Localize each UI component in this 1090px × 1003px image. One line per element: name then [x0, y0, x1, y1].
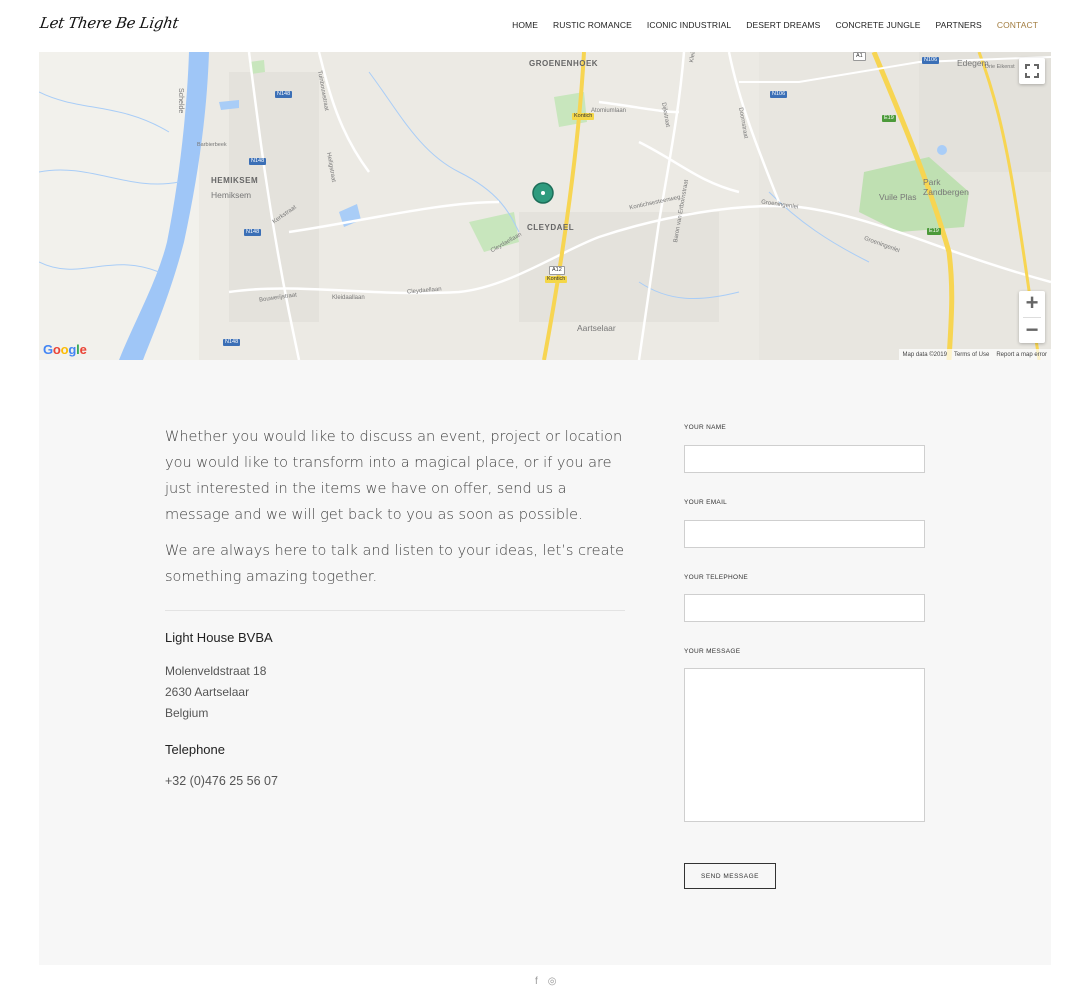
map-report-link[interactable]: Report a map error: [996, 352, 1047, 358]
company-name: Light House BVBA: [165, 630, 273, 645]
send-message-button[interactable]: SEND MESSAGE: [684, 863, 776, 889]
nav-item-contact[interactable]: CONTACT: [997, 20, 1038, 30]
location-map[interactable]: GROENENHOEK HEMIKSEM Hemiksem CLEYDAEL A…: [39, 52, 1051, 360]
message-field[interactable]: [684, 668, 925, 822]
address-street: Molenveldstraat 18: [165, 664, 267, 678]
map-label-atomiumlaan: Atomiumlaan: [591, 108, 627, 114]
nav-item-concrete-jungle[interactable]: CONCRETE JUNGLE: [835, 20, 920, 30]
address-city: 2630 Aartselaar: [165, 685, 250, 699]
map-label-kleidaallaan: Kleidaallaan: [332, 295, 365, 301]
telephone-label: YOUR TELEPHONE: [684, 574, 749, 581]
site-logo[interactable]: Let There Be Light: [39, 14, 180, 32]
company-address: Molenveldstraat 18 2630 Aartselaar Belgi…: [165, 661, 266, 724]
map-data-credit: Map data ©2019: [902, 351, 947, 358]
contact-section: Whether you would like to discuss an eve…: [39, 360, 1051, 965]
map-label-aartselaar: Aartselaar: [577, 323, 616, 333]
facebook-icon[interactable]: f: [535, 976, 538, 987]
name-label: YOUR NAME: [684, 424, 727, 431]
telephone-field[interactable]: [684, 594, 925, 622]
main-nav: HOME RUSTIC ROMANCE ICONIC INDUSTRIAL DE…: [497, 20, 1038, 30]
map-badge-n148-3: N148: [244, 229, 262, 236]
map-label-vuile-plas: Vuile Plas: [879, 192, 917, 202]
map-label-hemiksem-caps: HEMIKSEM: [211, 176, 259, 185]
map-badge-a12: A12: [549, 266, 565, 275]
map-badge-e19-2: E19: [927, 228, 941, 235]
telephone-heading: Telephone: [165, 742, 225, 757]
map-label-cleydael: CLEYDAEL: [527, 223, 575, 232]
contact-intro: Whether you would like to discuss an eve…: [165, 424, 633, 590]
map-badge-n106-2: N106: [922, 57, 940, 64]
map-badge-n148-1: N148: [275, 91, 293, 98]
google-logo[interactable]: Google: [43, 342, 87, 357]
map-terms-link[interactable]: Terms of Use: [954, 352, 989, 358]
map-label-schelde: Schelde: [177, 88, 184, 114]
instagram-icon[interactable]: ◎: [548, 976, 557, 987]
map-badge-kontich-2: Kontich: [545, 276, 568, 283]
map-fullscreen-button[interactable]: [1019, 58, 1045, 84]
map-badge-n106-1: N106: [770, 91, 788, 98]
map-label-hemiksem: Hemiksem: [211, 190, 252, 200]
map-label-barbierbeek: Barbierbeek: [197, 142, 227, 148]
nav-item-rustic-romance[interactable]: RUSTIC ROMANCE: [553, 20, 632, 30]
map-zoom-in-button[interactable]: +: [1019, 291, 1045, 317]
social-links: f ◎: [535, 976, 557, 987]
fullscreen-icon: [1025, 64, 1039, 78]
email-field[interactable]: [684, 520, 925, 548]
intro-paragraph-1: Whether you would like to discuss an eve…: [165, 429, 623, 523]
map-badge-kontich-1: Kontich: [572, 113, 595, 120]
nav-item-desert-dreams[interactable]: DESERT DREAMS: [746, 20, 820, 30]
telephone-number[interactable]: +32 (0)476 25 56 07: [165, 774, 278, 788]
map-badge-e19-1: E19: [882, 115, 896, 122]
nav-item-iconic-industrial[interactable]: ICONIC INDUSTRIAL: [647, 20, 731, 30]
map-badge-n148-2: N148: [249, 158, 267, 165]
nav-item-partners[interactable]: PARTNERS: [936, 20, 982, 30]
nav-item-home[interactable]: HOME: [512, 20, 538, 30]
map-attribution: Map data ©2019 Terms of Use Report a map…: [898, 349, 1051, 360]
site-header: Let There Be Light HOME RUSTIC ROMANCE I…: [0, 0, 1090, 52]
address-country: Belgium: [165, 706, 209, 720]
map-zoom-control: + −: [1019, 291, 1045, 343]
map-canvas[interactable]: [39, 52, 1051, 360]
message-label: YOUR MESSAGE: [684, 648, 741, 655]
email-label: YOUR EMAIL: [684, 499, 728, 506]
map-zoom-out-button[interactable]: −: [1019, 318, 1045, 344]
map-badge-n148-4: N148: [223, 339, 241, 346]
map-label-groenenhoek: GROENENHOEK: [529, 59, 599, 68]
map-label-drie-eikenst: Drie Eikenst: [985, 64, 1015, 70]
map-label-edegem: Edegem: [957, 58, 989, 68]
intro-paragraph-2: We are always here to talk and listen to…: [165, 543, 625, 585]
name-field[interactable]: [684, 445, 925, 473]
map-badge-a1: A1: [853, 52, 866, 61]
map-label-park-zandbergen: Park Zandbergen: [923, 177, 969, 197]
section-divider: [165, 610, 625, 611]
